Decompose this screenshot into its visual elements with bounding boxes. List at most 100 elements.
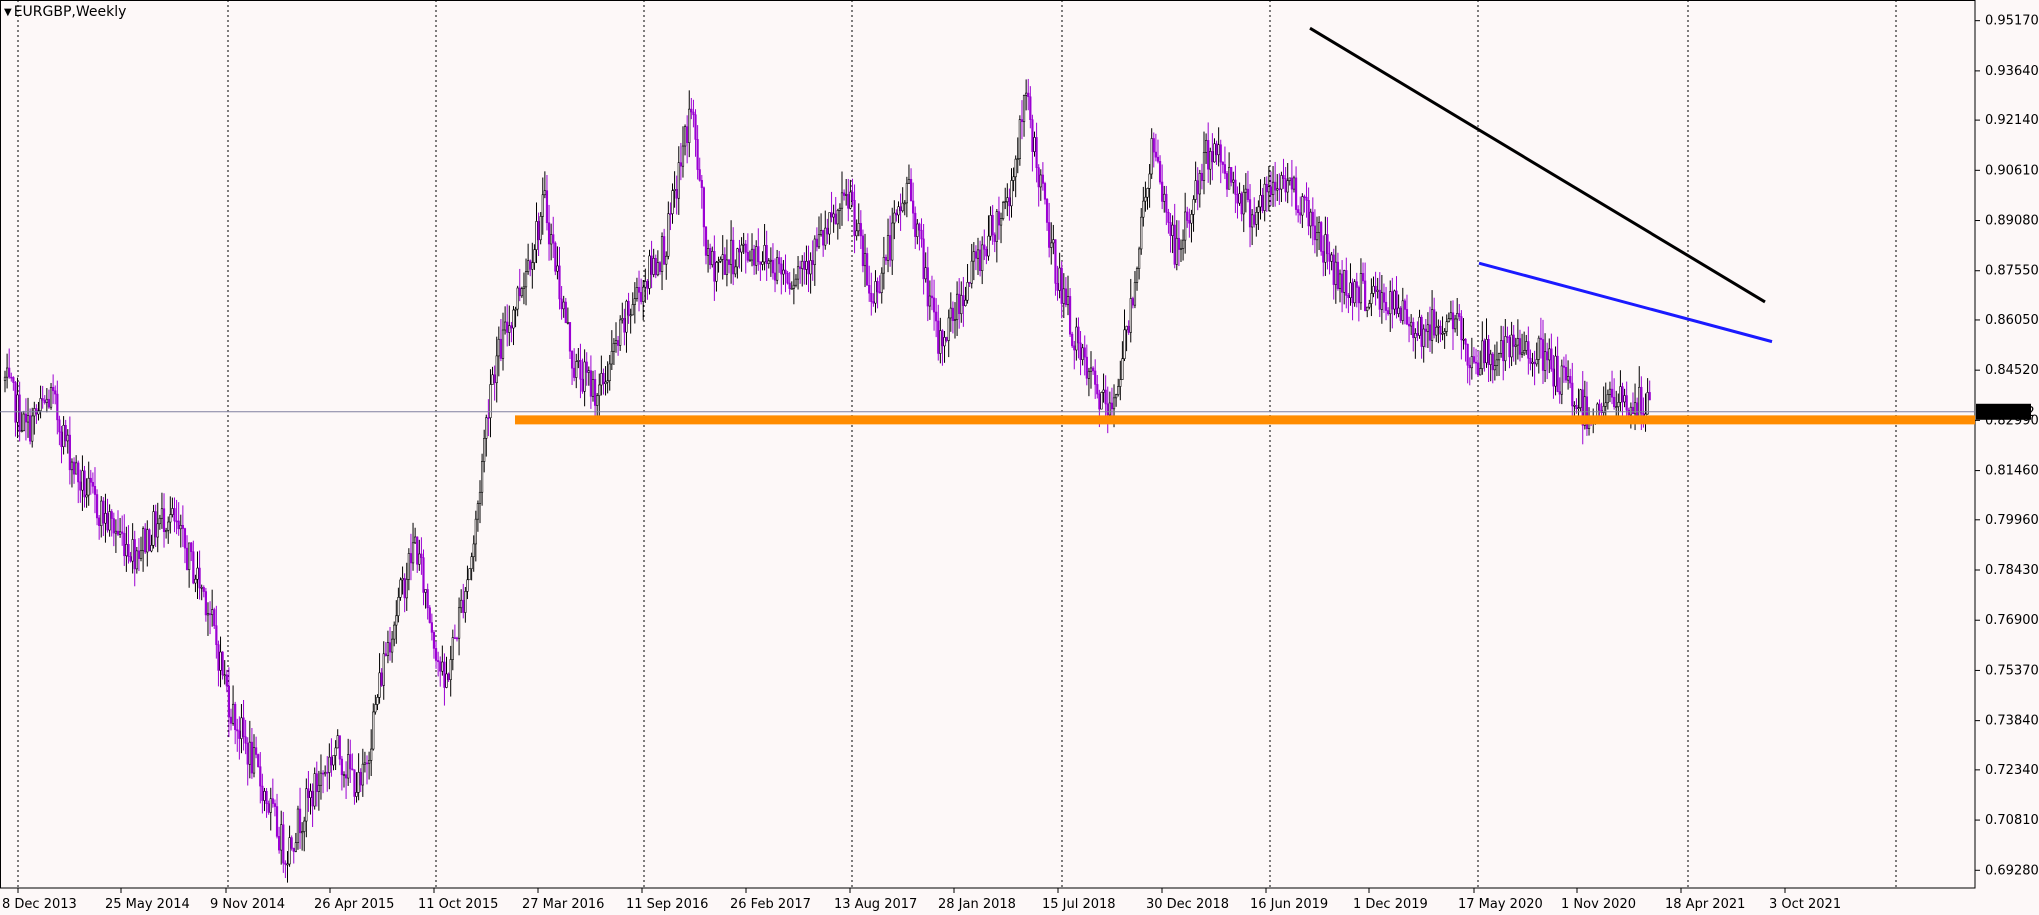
candle-body — [175, 520, 178, 523]
candle-body — [1629, 406, 1632, 416]
candle-body — [22, 413, 25, 432]
candle-body — [489, 384, 492, 419]
candle-body — [112, 518, 115, 534]
candle-body — [54, 390, 57, 395]
candle-body — [91, 482, 94, 487]
candle-body — [884, 256, 888, 261]
candle-body — [763, 245, 766, 263]
candle-body — [1376, 289, 1379, 292]
y-tick-label: 0.90610 — [1985, 163, 2039, 178]
candle-body — [1002, 202, 1005, 219]
candle-body — [790, 288, 793, 290]
candle-body — [411, 542, 415, 564]
candle-body — [294, 842, 297, 852]
candle-body — [573, 367, 576, 378]
candlestick-chart[interactable]: 0.95170 0.93640 0.92140 0.90610 0.89080 0.875… — [0, 0, 2039, 915]
candle-body — [1374, 285, 1377, 292]
candle-body — [930, 295, 934, 299]
candle-body — [874, 281, 877, 304]
candle-body — [1460, 316, 1463, 341]
candle-body — [43, 399, 46, 403]
candle-body — [995, 211, 998, 242]
candle-body — [194, 578, 197, 584]
candle-body — [997, 211, 1001, 226]
candle-body — [1234, 179, 1237, 195]
candle-body — [206, 613, 210, 616]
candle-body — [813, 238, 816, 265]
candle-body — [58, 419, 61, 433]
candle-body — [1518, 338, 1522, 355]
candle-body — [1050, 242, 1053, 248]
candle-body — [125, 544, 128, 557]
candle-body — [1263, 183, 1266, 211]
candle-body — [1158, 161, 1162, 183]
candle-body — [1405, 309, 1409, 325]
candle-body — [1228, 167, 1231, 190]
candle-body — [468, 568, 471, 581]
candle-body — [1324, 234, 1327, 263]
candle-body — [1064, 288, 1067, 306]
candle-body — [1282, 175, 1285, 179]
candle-body — [1449, 312, 1453, 319]
candle-body — [976, 249, 980, 259]
candle-body — [817, 234, 821, 248]
candle-body — [296, 808, 300, 843]
candle-body — [504, 321, 507, 331]
candle-body — [750, 248, 754, 261]
candle-body — [324, 771, 327, 775]
candle-body — [1039, 174, 1042, 188]
candle-body — [842, 192, 846, 196]
candle-body — [478, 491, 482, 504]
candle-body — [244, 736, 247, 744]
candle-body — [893, 212, 896, 224]
candle-body — [72, 461, 76, 475]
candle-body — [759, 261, 762, 265]
candle-body — [719, 259, 722, 262]
candle-body — [637, 287, 641, 293]
candle-body — [870, 292, 873, 302]
candle-body — [89, 477, 92, 483]
candle-body — [135, 550, 138, 570]
candle-body — [796, 266, 800, 280]
candle-body — [1391, 291, 1394, 310]
candle-body — [826, 227, 829, 235]
candle-body — [66, 434, 69, 442]
support-zone — [515, 415, 1975, 425]
candle-body — [1504, 336, 1507, 362]
candle-body — [983, 244, 986, 250]
candle-body — [782, 269, 785, 275]
y-tick-label: 0.84520 — [1985, 363, 2039, 378]
candle-body — [1343, 270, 1346, 293]
candle-body — [1355, 281, 1358, 288]
candle-body — [1368, 303, 1371, 308]
candle-body — [165, 529, 168, 533]
candle-body — [326, 771, 329, 774]
candle-body — [275, 806, 279, 837]
candle-body — [1311, 211, 1314, 227]
candle-body — [1186, 211, 1189, 221]
candle-body — [1424, 328, 1427, 332]
candle-body — [1577, 407, 1580, 410]
candle-body — [830, 212, 833, 218]
candle-body — [516, 287, 519, 310]
candle-body — [981, 244, 984, 271]
candle-body — [81, 470, 84, 491]
candle-body — [1238, 193, 1241, 204]
candle-body — [215, 625, 218, 646]
candle-body — [1617, 402, 1620, 407]
candle-body — [1098, 393, 1101, 410]
candle-body — [1169, 222, 1172, 236]
candle-body — [280, 824, 283, 851]
candle-body — [223, 674, 226, 677]
candle-body — [725, 259, 729, 275]
candle-body — [602, 373, 605, 385]
candle-body — [955, 293, 959, 320]
candle-body — [221, 651, 224, 676]
candle-body — [1215, 143, 1218, 156]
candle-body — [1213, 143, 1216, 163]
candle-body — [665, 255, 668, 265]
candle-body — [169, 514, 172, 523]
x-tick-label: 3 Oct 2021 — [1769, 897, 1841, 912]
candle-body — [152, 511, 155, 546]
candle-body — [723, 254, 726, 275]
